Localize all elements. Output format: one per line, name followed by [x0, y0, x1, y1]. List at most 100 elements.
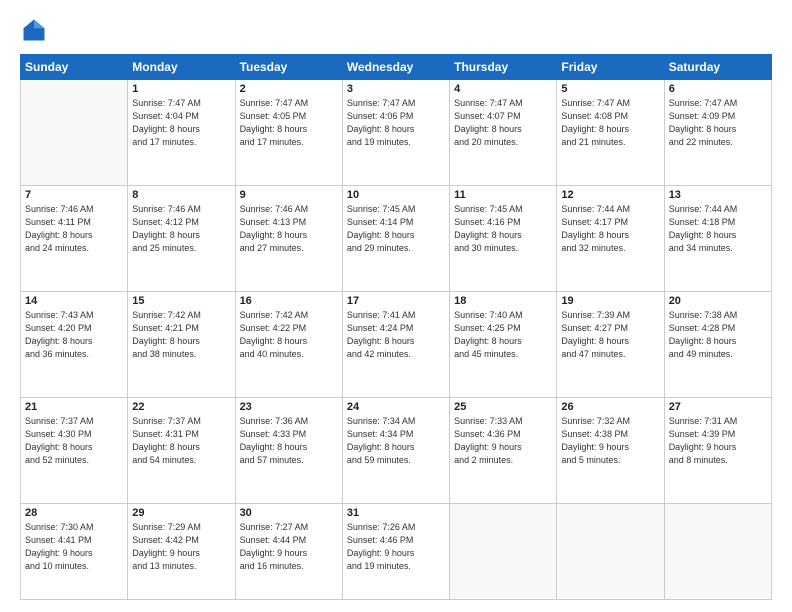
day-cell: 5 Sunrise: 7:47 AM Sunset: 4:08 PM Daylig… — [557, 80, 664, 186]
weekday-header-row: SundayMondayTuesdayWednesdayThursdayFrid… — [21, 55, 772, 80]
day-cell: 24 Sunrise: 7:34 AM Sunset: 4:34 PM Dayli… — [342, 397, 449, 503]
day-number: 12 — [561, 189, 659, 201]
day-info: Sunrise: 7:47 AM Sunset: 4:05 PM Dayligh… — [240, 97, 338, 149]
day-number: 13 — [669, 189, 767, 201]
weekday-header-sunday: Sunday — [21, 55, 128, 80]
day-cell: 30Sunrise: 7:27 AM Sunset: 4:44 PM Dayli… — [235, 503, 342, 599]
day-info: Sunrise: 7:43 AM Sunset: 4:20 PM Dayligh… — [25, 309, 123, 361]
day-cell: 14 Sunrise: 7:43 AM Sunset: 4:20 PM Dayli… — [21, 291, 128, 397]
day-info: Sunrise: 7:29 AM Sunset: 4:42 PM Dayligh… — [132, 521, 230, 573]
day-info: Sunrise: 7:47 AM Sunset: 4:08 PM Dayligh… — [561, 97, 659, 149]
day-cell: 25 Sunrise: 7:33 AM Sunset: 4:36 PM Dayli… — [450, 397, 557, 503]
day-number: 26 — [561, 401, 659, 413]
day-info: Sunrise: 7:39 AM Sunset: 4:27 PM Dayligh… — [561, 309, 659, 361]
day-number: 5 — [561, 83, 659, 95]
day-number: 25 — [454, 401, 552, 413]
day-info: Sunrise: 7:31 AM Sunset: 4:39 PM Dayligh… — [669, 415, 767, 467]
day-cell: 21Sunrise: 7:37 AM Sunset: 4:30 PM Dayli… — [21, 397, 128, 503]
day-info: Sunrise: 7:40 AM Sunset: 4:25 PM Dayligh… — [454, 309, 552, 361]
day-number: 29 — [132, 507, 230, 519]
logo — [20, 16, 52, 44]
logo-icon — [20, 16, 48, 44]
day-number: 15 — [132, 295, 230, 307]
day-info: Sunrise: 7:27 AM Sunset: 4:44 PM Dayligh… — [240, 521, 338, 573]
day-number: 4 — [454, 83, 552, 95]
day-info: Sunrise: 7:32 AM Sunset: 4:38 PM Dayligh… — [561, 415, 659, 467]
day-cell: 22 Sunrise: 7:37 AM Sunset: 4:31 PM Dayli… — [128, 397, 235, 503]
day-info: Sunrise: 7:37 AM Sunset: 4:31 PM Dayligh… — [132, 415, 230, 467]
day-cell: 17 Sunrise: 7:41 AM Sunset: 4:24 PM Dayli… — [342, 291, 449, 397]
day-cell: 11 Sunrise: 7:45 AM Sunset: 4:16 PM Dayli… — [450, 185, 557, 291]
weekday-header-thursday: Thursday — [450, 55, 557, 80]
day-info: Sunrise: 7:41 AM Sunset: 4:24 PM Dayligh… — [347, 309, 445, 361]
day-info: Sunrise: 7:46 AM Sunset: 4:12 PM Dayligh… — [132, 203, 230, 255]
day-cell: 27 Sunrise: 7:31 AM Sunset: 4:39 PM Dayli… — [664, 397, 771, 503]
day-number: 28 — [25, 507, 123, 519]
day-cell: 15 Sunrise: 7:42 AM Sunset: 4:21 PM Dayli… — [128, 291, 235, 397]
weekday-header-saturday: Saturday — [664, 55, 771, 80]
day-info: Sunrise: 7:42 AM Sunset: 4:22 PM Dayligh… — [240, 309, 338, 361]
weekday-header-friday: Friday — [557, 55, 664, 80]
day-cell: 8Sunrise: 7:46 AM Sunset: 4:12 PM Daylig… — [128, 185, 235, 291]
day-cell: 1 Sunrise: 7:47 AM Sunset: 4:04 PM Daylig… — [128, 80, 235, 186]
day-info: Sunrise: 7:44 AM Sunset: 4:18 PM Dayligh… — [669, 203, 767, 255]
day-number: 27 — [669, 401, 767, 413]
day-cell: 31 Sunrise: 7:26 AM Sunset: 4:46 PM Dayli… — [342, 503, 449, 599]
day-cell — [557, 503, 664, 599]
day-cell: 18 Sunrise: 7:40 AM Sunset: 4:25 PM Dayli… — [450, 291, 557, 397]
week-row-2: 14 Sunrise: 7:43 AM Sunset: 4:20 PM Dayli… — [21, 291, 772, 397]
day-number: 18 — [454, 295, 552, 307]
day-number: 20 — [669, 295, 767, 307]
week-row-1: 7Sunrise: 7:46 AM Sunset: 4:11 PM Daylig… — [21, 185, 772, 291]
day-number: 24 — [347, 401, 445, 413]
day-info: Sunrise: 7:34 AM Sunset: 4:34 PM Dayligh… — [347, 415, 445, 467]
day-number: 22 — [132, 401, 230, 413]
day-cell: 7Sunrise: 7:46 AM Sunset: 4:11 PM Daylig… — [21, 185, 128, 291]
day-number: 14 — [25, 295, 123, 307]
day-cell: 6 Sunrise: 7:47 AM Sunset: 4:09 PM Daylig… — [664, 80, 771, 186]
day-cell: 10Sunrise: 7:45 AM Sunset: 4:14 PM Dayli… — [342, 185, 449, 291]
day-cell — [664, 503, 771, 599]
week-row-0: 1 Sunrise: 7:47 AM Sunset: 4:04 PM Daylig… — [21, 80, 772, 186]
day-number: 6 — [669, 83, 767, 95]
day-cell: 26 Sunrise: 7:32 AM Sunset: 4:38 PM Dayli… — [557, 397, 664, 503]
day-number: 10 — [347, 189, 445, 201]
day-number: 19 — [561, 295, 659, 307]
day-cell: 19 Sunrise: 7:39 AM Sunset: 4:27 PM Dayli… — [557, 291, 664, 397]
weekday-header-tuesday: Tuesday — [235, 55, 342, 80]
day-info: Sunrise: 7:45 AM Sunset: 4:16 PM Dayligh… — [454, 203, 552, 255]
day-number: 31 — [347, 507, 445, 519]
day-number: 23 — [240, 401, 338, 413]
weekday-header-wednesday: Wednesday — [342, 55, 449, 80]
day-cell — [21, 80, 128, 186]
day-info: Sunrise: 7:42 AM Sunset: 4:21 PM Dayligh… — [132, 309, 230, 361]
day-cell — [450, 503, 557, 599]
day-info: Sunrise: 7:47 AM Sunset: 4:04 PM Dayligh… — [132, 97, 230, 149]
page: SundayMondayTuesdayWednesdayThursdayFrid… — [0, 0, 792, 612]
day-info: Sunrise: 7:47 AM Sunset: 4:09 PM Dayligh… — [669, 97, 767, 149]
day-info: Sunrise: 7:33 AM Sunset: 4:36 PM Dayligh… — [454, 415, 552, 467]
day-cell: 2Sunrise: 7:47 AM Sunset: 4:05 PM Daylig… — [235, 80, 342, 186]
day-number: 11 — [454, 189, 552, 201]
day-info: Sunrise: 7:26 AM Sunset: 4:46 PM Dayligh… — [347, 521, 445, 573]
day-cell: 23 Sunrise: 7:36 AM Sunset: 4:33 PM Dayli… — [235, 397, 342, 503]
day-cell: 29 Sunrise: 7:29 AM Sunset: 4:42 PM Dayli… — [128, 503, 235, 599]
day-info: Sunrise: 7:47 AM Sunset: 4:07 PM Dayligh… — [454, 97, 552, 149]
calendar: SundayMondayTuesdayWednesdayThursdayFrid… — [20, 54, 772, 600]
day-info: Sunrise: 7:30 AM Sunset: 4:41 PM Dayligh… — [25, 521, 123, 573]
day-cell: 28 Sunrise: 7:30 AM Sunset: 4:41 PM Dayli… — [21, 503, 128, 599]
day-info: Sunrise: 7:36 AM Sunset: 4:33 PM Dayligh… — [240, 415, 338, 467]
header — [20, 16, 772, 44]
day-number: 1 — [132, 83, 230, 95]
day-number: 17 — [347, 295, 445, 307]
day-cell: 16 Sunrise: 7:42 AM Sunset: 4:22 PM Dayli… — [235, 291, 342, 397]
day-number: 21 — [25, 401, 123, 413]
day-cell: 20Sunrise: 7:38 AM Sunset: 4:28 PM Dayli… — [664, 291, 771, 397]
weekday-header-monday: Monday — [128, 55, 235, 80]
day-info: Sunrise: 7:46 AM Sunset: 4:13 PM Dayligh… — [240, 203, 338, 255]
day-cell: 12Sunrise: 7:44 AM Sunset: 4:17 PM Dayli… — [557, 185, 664, 291]
day-cell: 4 Sunrise: 7:47 AM Sunset: 4:07 PM Daylig… — [450, 80, 557, 186]
day-number: 9 — [240, 189, 338, 201]
day-number: 16 — [240, 295, 338, 307]
day-cell: 3Sunrise: 7:47 AM Sunset: 4:06 PM Daylig… — [342, 80, 449, 186]
